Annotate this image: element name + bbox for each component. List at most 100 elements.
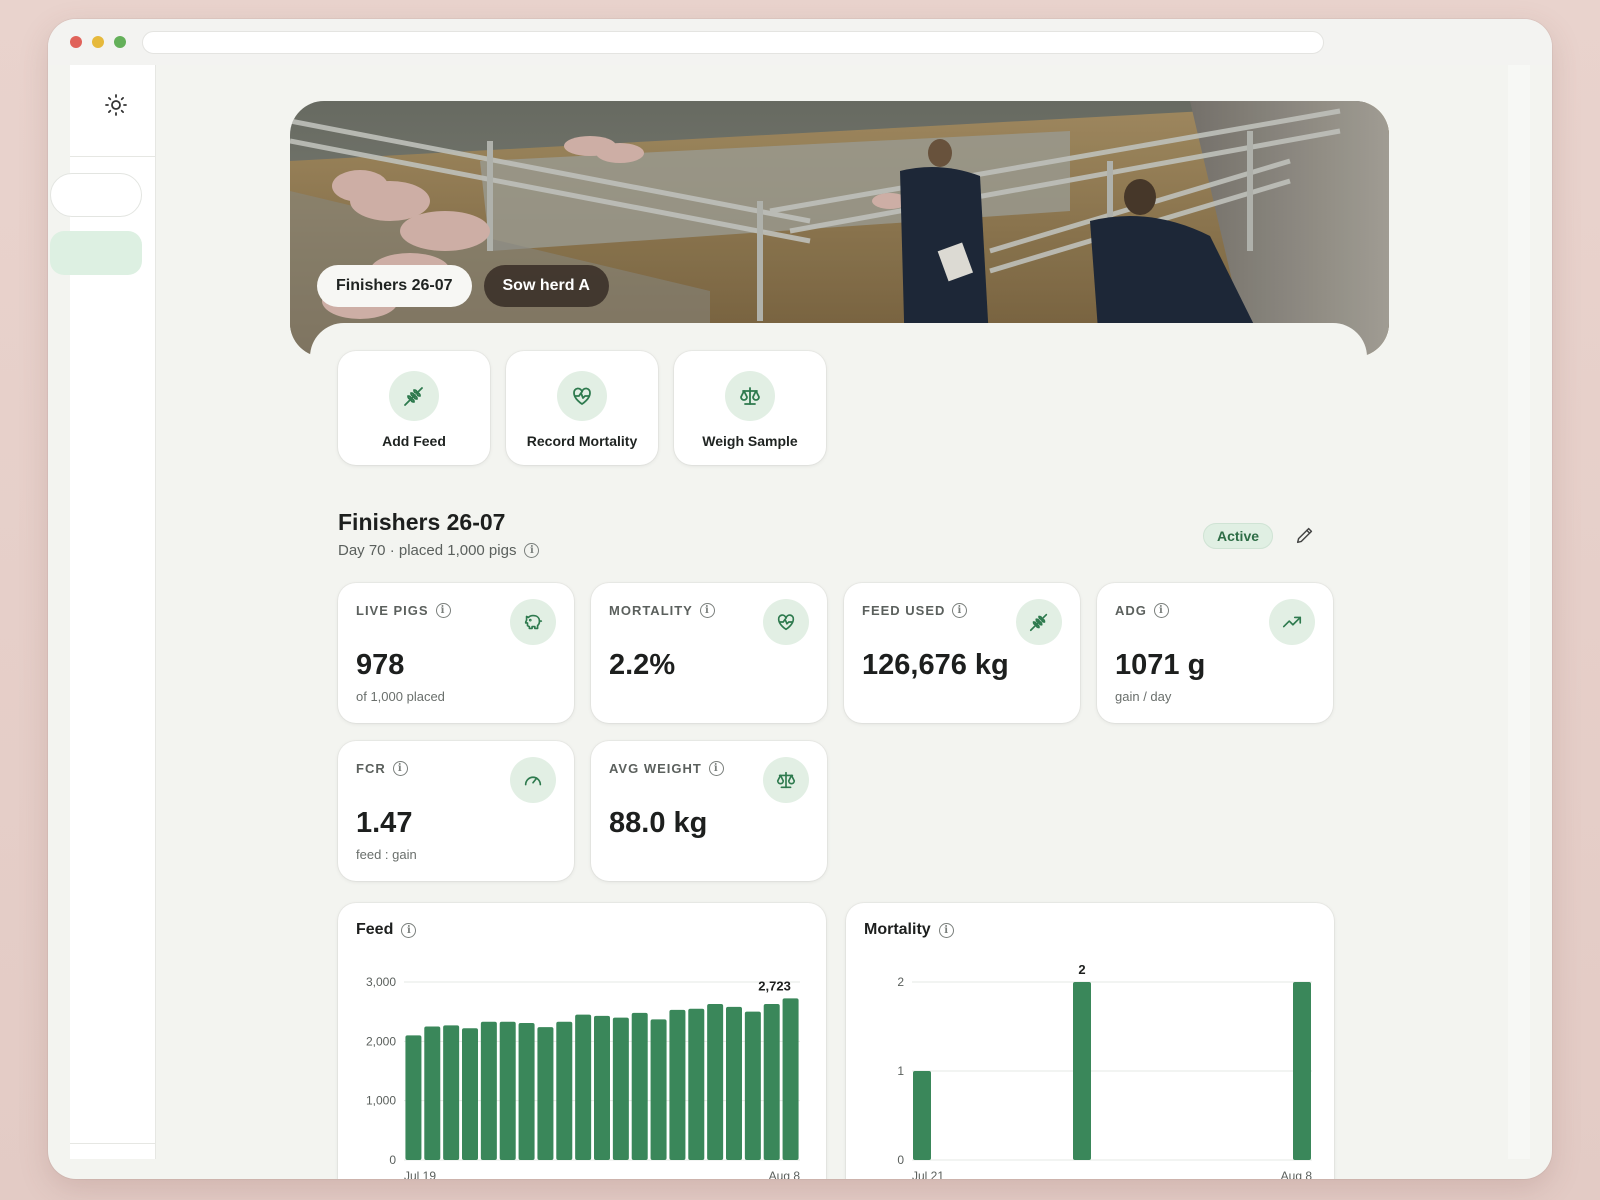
stat-label-text: MORTALITY xyxy=(609,603,693,618)
data-label: 2,723 xyxy=(758,978,791,993)
sidebar-divider xyxy=(70,156,156,157)
bar xyxy=(462,1028,478,1160)
stat-label-text: ADG xyxy=(1115,603,1147,618)
bar xyxy=(480,1021,497,1160)
bar xyxy=(669,1009,686,1160)
right-gutter xyxy=(1508,65,1530,1159)
chip-sow-herd[interactable]: Sow herd A xyxy=(483,265,609,307)
y-tick-label: 0 xyxy=(389,1153,396,1167)
stat-value: 1.47 xyxy=(356,807,413,839)
stat-card-live-pigs[interactable]: LIVE PIGS i 978 of 1,000 placed xyxy=(338,583,574,723)
wheat-icon xyxy=(1016,599,1062,645)
stat-label: MORTALITY i xyxy=(609,603,715,618)
bar xyxy=(612,1017,629,1160)
trend-up-icon xyxy=(1269,599,1315,645)
stat-label-text: AVG WEIGHT xyxy=(609,761,702,776)
y-tick-label: 1,000 xyxy=(366,1094,396,1108)
theme-toggle-button[interactable] xyxy=(104,93,128,117)
bar xyxy=(405,1035,422,1160)
page-title: Finishers 26-07 xyxy=(338,509,506,535)
bar xyxy=(631,1012,648,1160)
stat-subtext: gain / day xyxy=(1115,689,1172,704)
stat-value: 126,676 kg xyxy=(862,649,1009,681)
browser-window: Finishers 26-07 Sow herd A Add Feed Reco… xyxy=(48,19,1552,1179)
info-icon[interactable]: i xyxy=(524,543,540,558)
status-badge: Active xyxy=(1203,523,1274,549)
stat-card-adg[interactable]: ADG i 1071 g gain / day xyxy=(1097,583,1333,723)
bar xyxy=(499,1021,516,1160)
pencil-icon xyxy=(1296,527,1313,544)
sidebar-bottom-divider xyxy=(70,1143,156,1144)
pig-icon xyxy=(510,599,556,645)
bar xyxy=(1293,982,1311,1160)
weigh-sample-button[interactable]: Weigh Sample xyxy=(674,351,826,465)
hero-banner: Finishers 26-07 Sow herd A xyxy=(290,101,1389,357)
stat-label-text: LIVE PIGS xyxy=(356,603,429,618)
info-icon[interactable]: i xyxy=(435,603,451,618)
bar xyxy=(594,1015,610,1160)
scale-icon xyxy=(725,371,775,421)
stat-card-fcr[interactable]: FCR i 1.47 feed : gain xyxy=(338,741,574,881)
batch-subtitle: Day 70 · placed 1,000 pigs i xyxy=(338,542,540,559)
stat-card-feed-used[interactable]: FEED USED i 126,676 kg xyxy=(844,583,1080,723)
stat-value: 88.0 kg xyxy=(609,807,708,839)
bar xyxy=(913,1071,931,1160)
info-icon[interactable]: i xyxy=(699,603,715,618)
maximize-window-button[interactable] xyxy=(114,36,126,48)
quick-actions: Add Feed Record Mortality Weigh Sample xyxy=(338,351,826,465)
record-mortality-button[interactable]: Record Mortality xyxy=(506,351,658,465)
scale-icon xyxy=(763,757,809,803)
record-mortality-label: Record Mortality xyxy=(526,433,638,449)
edit-button[interactable] xyxy=(1294,524,1318,548)
bar xyxy=(424,1026,441,1160)
bar xyxy=(744,1011,761,1160)
bar xyxy=(556,1021,573,1160)
x-tick-label: Jul 21 xyxy=(912,1169,944,1179)
bar xyxy=(782,998,799,1160)
stat-card-mortality[interactable]: MORTALITY i 2.2% xyxy=(591,583,827,723)
stat-value: 1071 g xyxy=(1115,649,1206,681)
sidebar-search-input[interactable] xyxy=(50,173,142,217)
y-tick-label: 2,000 xyxy=(366,1034,396,1048)
sun-icon xyxy=(105,94,127,116)
info-icon[interactable]: i xyxy=(952,603,968,618)
bar xyxy=(575,1014,592,1160)
stat-label: FEED USED i xyxy=(862,603,968,618)
info-icon[interactable]: i xyxy=(708,761,724,776)
stat-value: 978 xyxy=(356,649,405,681)
bar xyxy=(650,1019,667,1160)
y-tick-label: 1 xyxy=(897,1064,904,1078)
info-icon[interactable]: i xyxy=(392,761,408,776)
bar xyxy=(688,1008,705,1160)
sidebar-item-active[interactable] xyxy=(50,231,142,275)
y-tick-label: 0 xyxy=(897,1153,904,1167)
feed-bar-chart: 0 1,000 2,000 3,000 2,723 Jul 19 Aug 8 xyxy=(366,975,801,1179)
title-bar xyxy=(48,19,1552,65)
info-icon[interactable]: i xyxy=(1153,603,1169,618)
stat-label-text: FEED USED xyxy=(862,603,946,618)
address-bar[interactable] xyxy=(142,31,1324,54)
heart-pulse-icon xyxy=(763,599,809,645)
stat-value: 2.2% xyxy=(609,649,676,681)
stat-card-avg-weight[interactable]: AVG WEIGHT i 88.0 kg xyxy=(591,741,827,881)
x-tick-label: Aug 8 xyxy=(769,1169,801,1179)
bar xyxy=(443,1025,460,1160)
herd-chip-group: Finishers 26-07 Sow herd A xyxy=(317,265,609,307)
chip-finishers[interactable]: Finishers 26-07 xyxy=(317,265,472,307)
bar xyxy=(1073,982,1091,1160)
bar xyxy=(707,1003,724,1160)
heart-pulse-icon xyxy=(557,371,607,421)
add-feed-button[interactable]: Add Feed xyxy=(338,351,490,465)
minimize-window-button[interactable] xyxy=(92,36,104,48)
stat-label: AVG WEIGHT i xyxy=(609,761,724,776)
bar xyxy=(726,1006,742,1160)
wheat-icon xyxy=(389,371,439,421)
stat-subtext: of 1,000 placed xyxy=(356,689,445,704)
close-window-button[interactable] xyxy=(70,36,82,48)
x-tick-label: Jul 19 xyxy=(404,1169,436,1179)
stat-label: FCR i xyxy=(356,761,408,776)
sidebar xyxy=(50,65,156,1159)
barn-photo xyxy=(290,101,1389,357)
add-feed-label: Add Feed xyxy=(382,433,446,449)
mortality-chart-card: Mortality i 0 1 2 2 Jul 21 Aug 8 xyxy=(846,903,1334,1179)
